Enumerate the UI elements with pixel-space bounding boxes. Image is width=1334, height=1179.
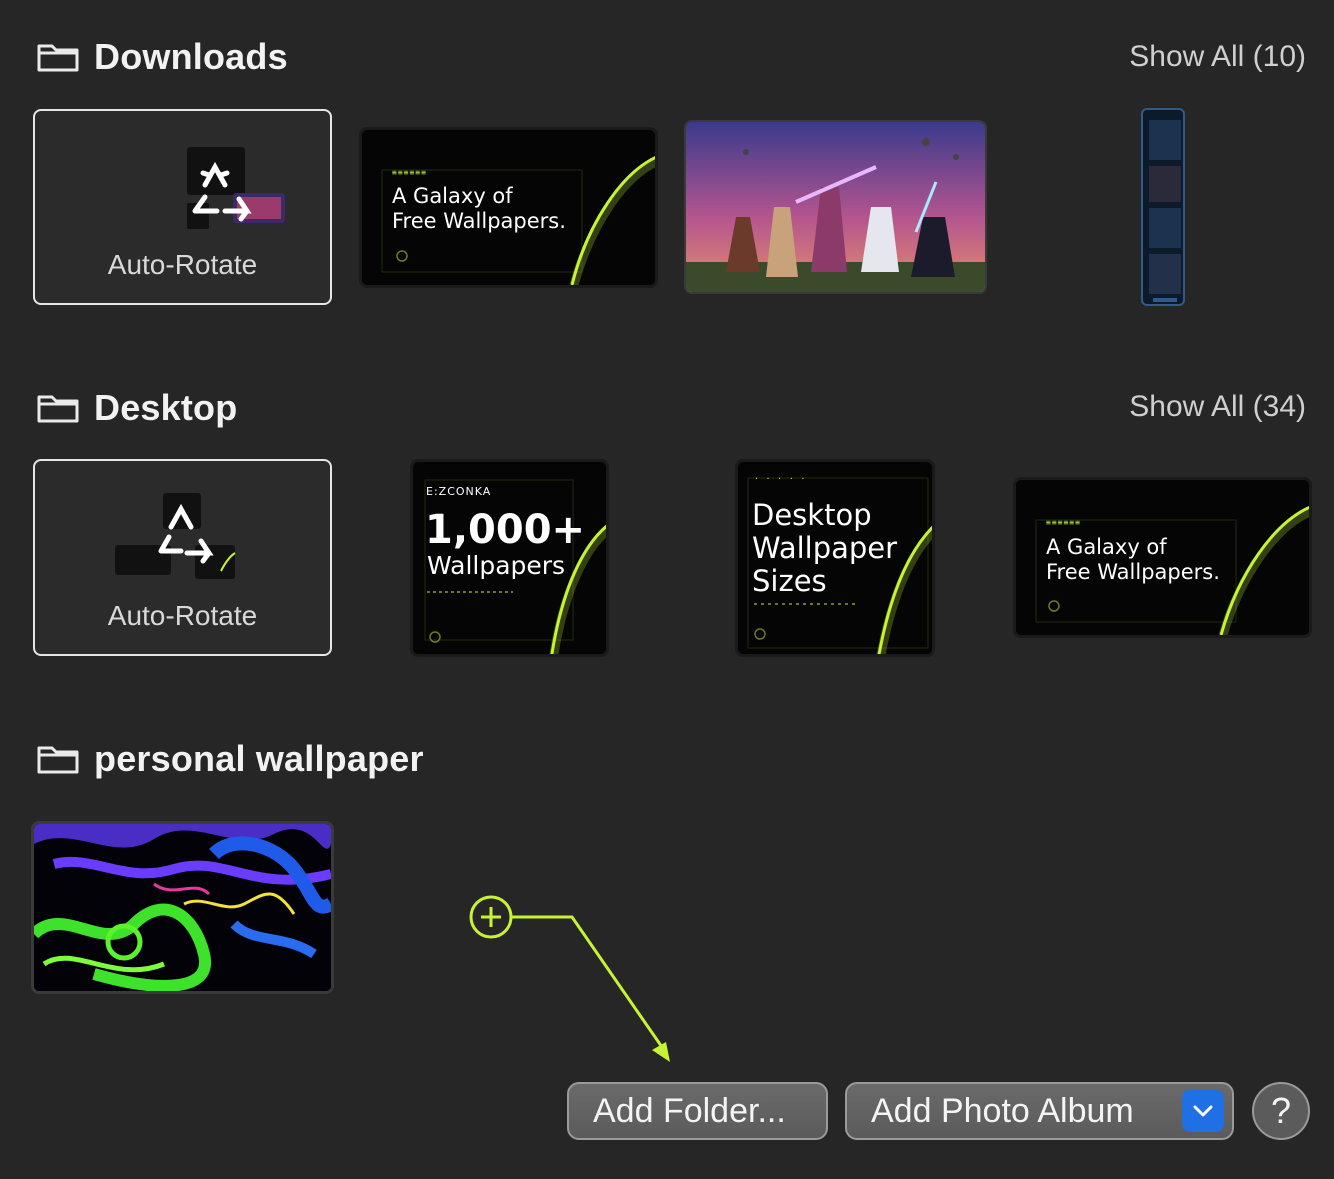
promo-line-2: Free Wallpapers. xyxy=(392,209,566,233)
folder-icon xyxy=(37,44,79,72)
add-folder-hint-arrow xyxy=(469,895,670,1062)
space-battle-art xyxy=(686,122,985,292)
section-header-downloads: Downloads xyxy=(36,36,288,78)
add-photo-album-button[interactable]: Add Photo Album xyxy=(845,1082,1234,1140)
folder-icon xyxy=(37,395,79,423)
wallpaper-thumbnail[interactable]: E:ZCONKA 1,000+ Wallpapers xyxy=(410,459,609,657)
space-battle-image[interactable] xyxy=(684,120,987,294)
promo-line-1: A Galaxy of xyxy=(1046,535,1167,559)
recycle-icon xyxy=(187,147,285,229)
show-all-desktop-link[interactable]: Show All (34) xyxy=(1129,390,1306,424)
phone-screenshot-image[interactable] xyxy=(1141,108,1185,306)
neon-abstract-image[interactable] xyxy=(31,821,334,994)
add-folder-button[interactable]: Add Folder... xyxy=(567,1082,828,1140)
brand-mark: · · · · · xyxy=(754,474,807,483)
promo-line-2: Wallpaper xyxy=(752,531,898,565)
section-title: personal wallpaper xyxy=(94,738,424,779)
wallpaper-thumbnail[interactable]: · · · · · Desktop Wallpaper Sizes xyxy=(735,459,935,657)
promo-line-1: Desktop xyxy=(752,498,872,532)
brand-mark: ≡≡≡≡≡≡ xyxy=(392,168,427,177)
folder-icon xyxy=(37,746,79,774)
section-title: Desktop xyxy=(94,387,238,428)
help-button[interactable]: ? xyxy=(1252,1082,1310,1140)
add-photo-album-label: Add Photo Album xyxy=(871,1091,1134,1130)
section-header-personal-wallpaper: personal wallpaper xyxy=(36,738,424,780)
promo-line-2: Free Wallpapers. xyxy=(1046,560,1220,584)
wallpaper-thumbnail[interactable]: ≡≡≡≡≡≡ A Galaxy of Free Wallpapers. xyxy=(1013,477,1312,638)
add-folder-label: Add Folder... xyxy=(593,1091,786,1130)
promo-line-2: Wallpapers xyxy=(427,551,566,580)
auto-rotate-label: Auto-Rotate xyxy=(107,249,258,280)
wallpaper-thumbnail[interactable]: ≡≡≡≡≡≡ A Galaxy of Free Wallpapers. xyxy=(359,127,658,288)
show-all-downloads-link[interactable]: Show All (10) xyxy=(1129,40,1306,74)
promo-line-3: Sizes xyxy=(752,564,827,598)
chevron-down-icon[interactable] xyxy=(1182,1090,1224,1132)
neon-abstract-art xyxy=(34,824,331,991)
auto-rotate-tile[interactable]: Auto-Rotate xyxy=(33,109,332,305)
phone-screenshot-art xyxy=(1149,120,1181,302)
section-header-desktop: Desktop xyxy=(36,387,237,429)
auto-rotate-label: Auto-Rotate xyxy=(107,600,258,631)
brand-mark: E:ZCONKA xyxy=(426,485,492,498)
auto-rotate-tile[interactable]: Auto-Rotate xyxy=(33,459,332,656)
recycle-icon xyxy=(115,493,236,579)
brand-mark: ≡≡≡≡≡≡ xyxy=(1046,518,1081,527)
promo-line-1: 1,000+ xyxy=(425,507,586,553)
section-title: Downloads xyxy=(94,36,288,77)
promo-line-1: A Galaxy of xyxy=(392,184,513,208)
